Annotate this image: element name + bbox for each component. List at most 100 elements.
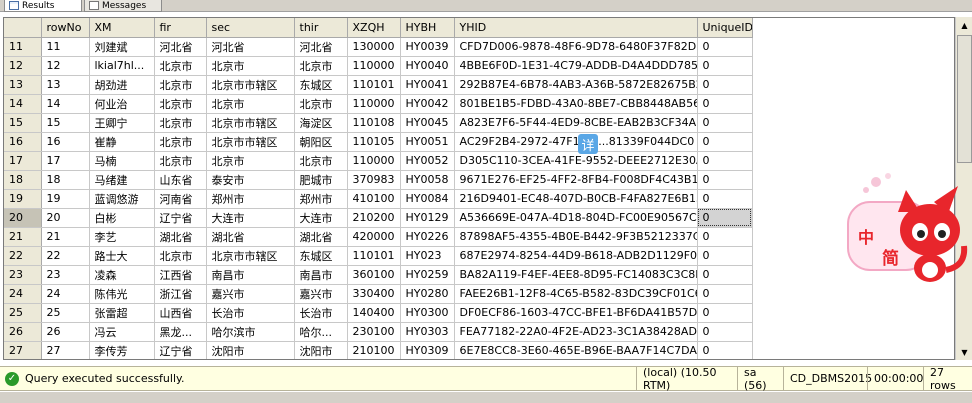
cell-fir[interactable]: 黑龙... (154, 322, 207, 342)
column-header-sec[interactable]: sec (206, 18, 295, 38)
cell-rowno[interactable]: 26 (41, 322, 90, 342)
cell-uniqueid[interactable]: 0 (697, 208, 753, 228)
cell-sec[interactable]: 河北省 (206, 37, 295, 57)
cell-uniqueid[interactable]: 0 (697, 265, 753, 285)
cell-xzqh[interactable]: 360100 (347, 265, 401, 285)
cell-hybh[interactable]: HY0058 (400, 170, 455, 190)
cell-xm[interactable]: lkial7hl... (89, 56, 155, 76)
cell-xzqh[interactable]: 130000 (347, 37, 401, 57)
cell-yhid[interactable]: 87898AF5-4355-4B0E-B442-9F3B5212337C (454, 227, 698, 247)
cell-rowno[interactable]: 22 (41, 246, 90, 266)
cell-uniqueid[interactable]: 0 (697, 56, 753, 76)
cell-yhid[interactable]: CFD7D006-9878-48F6-9D78-6480F37F82DB (454, 37, 698, 57)
cell-xzqh[interactable]: 140400 (347, 303, 401, 323)
column-header-xzqh[interactable]: XZQH (347, 18, 401, 38)
column-header-uniqueid[interactable]: UniqueID (697, 18, 753, 38)
cell-uniqueid[interactable]: 0 (697, 284, 753, 304)
cell-uniqueid[interactable]: 0 (697, 341, 753, 359)
cell-thir[interactable]: 北京市 (294, 151, 348, 171)
cell-hybh[interactable]: HY0280 (400, 284, 455, 304)
cell-rowno[interactable]: 25 (41, 303, 90, 323)
cell-rowno[interactable]: 21 (41, 227, 90, 247)
table-row[interactable]: 18 18 马绪建 山东省 泰安市 肥城市 370983 HY0058 9671E276-EF2… (4, 170, 753, 190)
cell-thir[interactable]: 东城区 (294, 246, 348, 266)
cell-uniqueid[interactable]: 0 (697, 113, 753, 133)
cell-xzqh[interactable]: 110101 (347, 246, 401, 266)
cell-yhid[interactable]: FEA77182-22A0-4F2E-AD23-3C1A38428AD8 (454, 322, 698, 342)
cell-hybh[interactable]: HY0129 (400, 208, 455, 228)
column-header-fir[interactable]: fir (154, 18, 207, 38)
cell-uniqueid[interactable]: 0 (697, 132, 753, 152)
cell-xm[interactable]: 胡劲进 (89, 75, 155, 95)
cell-yhid[interactable]: D305C110-3CEA-41FE-9552-DEEE2712E30A (454, 151, 698, 171)
cell-thir[interactable]: 郑州市 (294, 189, 348, 209)
cell-sec[interactable]: 郑州市 (206, 189, 295, 209)
scroll-up-arrow-icon[interactable]: ▲ (956, 17, 972, 33)
cell-thir[interactable]: 海淀区 (294, 113, 348, 133)
cell-sec[interactable]: 北京市市辖区 (206, 132, 295, 152)
scroll-down-arrow-icon[interactable]: ▼ (956, 344, 972, 360)
grid-corner-cell[interactable] (4, 18, 42, 38)
cell-sec[interactable]: 北京市 (206, 151, 295, 171)
cell-sec[interactable]: 大连市 (206, 208, 295, 228)
cell-fir[interactable]: 山西省 (154, 303, 207, 323)
translate-badge[interactable]: 详 (578, 134, 598, 154)
cell-xm[interactable]: 马楠 (89, 151, 155, 171)
results-grid[interactable]: rowNo XM fir sec thir XZQH HYBH YHID UniqueID 11… (3, 17, 955, 360)
cell-fir[interactable]: 北京市 (154, 132, 207, 152)
cell-rowno[interactable]: 11 (41, 37, 90, 57)
column-header-yhid[interactable]: YHID (454, 18, 698, 38)
cell-thir[interactable]: 湖北省 (294, 227, 348, 247)
cell-fir[interactable]: 浙江省 (154, 284, 207, 304)
cell-uniqueid[interactable]: 0 (697, 170, 753, 190)
row-header-cell[interactable]: 22 (4, 246, 42, 266)
row-header-cell[interactable]: 27 (4, 341, 42, 359)
table-row[interactable]: 11 11 刘建斌 河北省 河北省 河北省 130000 HY0039 CFD7D006-987… (4, 37, 753, 57)
column-header-xm[interactable]: XM (89, 18, 155, 38)
cell-sec[interactable]: 泰安市 (206, 170, 295, 190)
table-row[interactable]: 20 20 白彬 辽宁省 大连市 大连市 210200 HY0129 A536669E-047A… (4, 208, 753, 228)
cell-thir[interactable]: 东城区 (294, 75, 348, 95)
cell-rowno[interactable]: 14 (41, 94, 90, 114)
row-header-cell[interactable]: 14 (4, 94, 42, 114)
cell-hybh[interactable]: HY0041 (400, 75, 455, 95)
cell-sec[interactable]: 北京市 (206, 56, 295, 76)
cell-hybh[interactable]: HY0309 (400, 341, 455, 359)
cell-thir[interactable]: 北京市 (294, 56, 348, 76)
scrollbar-thumb[interactable] (957, 35, 972, 163)
cell-hybh[interactable]: HY0042 (400, 94, 455, 114)
row-header-cell[interactable]: 25 (4, 303, 42, 323)
cell-xzqh[interactable]: 370983 (347, 170, 401, 190)
cell-yhid[interactable]: 801BE1B5-FDBD-43A0-8BE7-CBB8448AB56B (454, 94, 698, 114)
table-row[interactable]: 13 13 胡劲进 北京市 北京市市辖区 东城区 110101 HY0041 292B87E4-… (4, 75, 753, 95)
cell-sec[interactable]: 湖北省 (206, 227, 295, 247)
cell-yhid[interactable]: AC29F2B4-2972-47F1-8C...81339F044DC0 (454, 132, 698, 152)
cell-hybh[interactable]: HY023 (400, 246, 455, 266)
cell-xm[interactable]: 张雷超 (89, 303, 155, 323)
table-row[interactable]: 26 26 冯云 黑龙... 哈尔滨市 哈尔... 230100 HY0303 FEA77182… (4, 322, 753, 342)
cell-xzqh[interactable]: 110000 (347, 56, 401, 76)
cell-sec[interactable]: 哈尔滨市 (206, 322, 295, 342)
column-header-rowno[interactable]: rowNo (41, 18, 90, 38)
cell-uniqueid[interactable]: 0 (697, 303, 753, 323)
cell-yhid[interactable]: 292B87E4-6B78-4AB3-A36B-5872E82675B2 (454, 75, 698, 95)
floating-pet-widget[interactable]: 中 简 (842, 168, 972, 288)
cell-xm[interactable]: 王卿宁 (89, 113, 155, 133)
cell-xm[interactable]: 李传芳 (89, 341, 155, 359)
cell-xm[interactable]: 崔静 (89, 132, 155, 152)
cell-yhid[interactable]: 687E2974-8254-44D9-B618-ADB2D1129F01 (454, 246, 698, 266)
cell-hybh[interactable]: HY0040 (400, 56, 455, 76)
cell-fir[interactable]: 北京市 (154, 75, 207, 95)
cell-sec[interactable]: 北京市 (206, 94, 295, 114)
cell-yhid[interactable]: BA82A119-F4EF-4EE8-8D95-FC14083C3C8B (454, 265, 698, 285)
cell-yhid[interactable]: A536669E-047A-4D18-804D-FC00E90567CE (454, 208, 698, 228)
cell-yhid[interactable]: 6E7E8CC8-3E60-465E-B96E-BAA7F14C7DAD (454, 341, 698, 359)
cell-fir[interactable]: 北京市 (154, 246, 207, 266)
cell-rowno[interactable]: 16 (41, 132, 90, 152)
cell-yhid[interactable]: A823E7F6-5F44-4ED9-8CBE-EAB2B3CF34AE (454, 113, 698, 133)
cell-xm[interactable]: 冯云 (89, 322, 155, 342)
cell-hybh[interactable]: HY0045 (400, 113, 455, 133)
tab-results[interactable]: Results (4, 0, 82, 12)
cell-yhid[interactable]: DF0ECF86-1603-47CC-BFE1-BF6DA41B57DD (454, 303, 698, 323)
cell-yhid[interactable]: 9671E276-EF25-4FF2-8FB4-F008DF4C43B1 (454, 170, 698, 190)
